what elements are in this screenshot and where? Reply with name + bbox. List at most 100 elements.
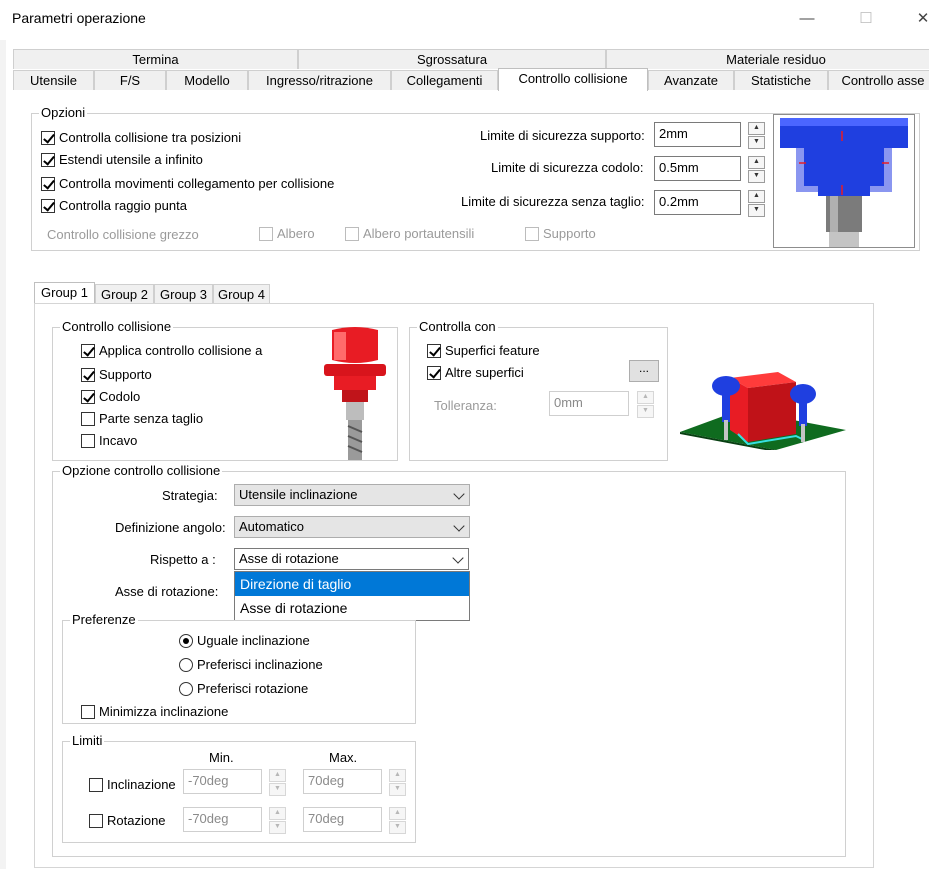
- check-inclinazione[interactable]: Inclinazione: [89, 777, 176, 792]
- opzione-cc-label: Opzione controllo collisione: [60, 463, 223, 478]
- check-codolo[interactable]: Codolo: [81, 389, 140, 404]
- check-altre-superfici[interactable]: Altre superfici: [427, 365, 524, 380]
- spin-up-icon: ▲: [389, 807, 406, 820]
- rotazione-max-input: 70deg: [303, 807, 382, 832]
- check-estendi-utensile[interactable]: Estendi utensile a infinito: [41, 152, 203, 167]
- tab-statistiche[interactable]: Statistiche: [734, 70, 828, 90]
- limite-codolo-label: Limite di sicurezza codolo:: [491, 160, 644, 175]
- tab-sgrossatura[interactable]: Sgrossatura: [298, 49, 606, 69]
- red-tool-icon: [324, 327, 386, 460]
- inclinazione-min-input: -70deg: [183, 769, 262, 794]
- tab-collegamenti[interactable]: Collegamenti: [391, 70, 498, 90]
- tab-termina[interactable]: Termina: [13, 49, 298, 69]
- tab-group-4[interactable]: Group 4: [213, 284, 270, 304]
- radio-uguale-inclinazione[interactable]: Uguale inclinazione: [179, 633, 310, 648]
- tab-utensile[interactable]: Utensile: [13, 70, 94, 90]
- spin-down-icon: ▼: [389, 783, 406, 796]
- maximize-button[interactable]: ☐: [854, 8, 878, 30]
- check-minimizza-inclinazione[interactable]: Minimizza inclinazione: [81, 704, 251, 719]
- checkbox[interactable]: [89, 777, 103, 792]
- tab-ingresso-ritrazione[interactable]: Ingresso/ritrazione: [248, 70, 391, 90]
- checkbox[interactable]: [81, 367, 95, 382]
- limite-supporto-spinner[interactable]: ▲ ▼: [748, 122, 765, 149]
- limite-senza-taglio-label: Limite di sicurezza senza taglio:: [461, 194, 645, 209]
- rotazione-max-spinner: ▲ ▼: [389, 807, 406, 834]
- tab-avanzate[interactable]: Avanzate: [648, 70, 734, 90]
- tab-group-2[interactable]: Group 2: [95, 284, 154, 304]
- checkbox[interactable]: [81, 343, 95, 358]
- check-rotazione[interactable]: Rotazione: [89, 813, 166, 828]
- option-asse-rotazione[interactable]: Asse di rotazione: [235, 596, 469, 620]
- spin-up-icon[interactable]: ▲: [748, 190, 765, 203]
- spin-up-icon: ▲: [389, 769, 406, 782]
- radio-button[interactable]: [179, 633, 193, 648]
- check-supporto[interactable]: Supporto: [81, 367, 152, 382]
- checkbox[interactable]: [427, 365, 441, 380]
- checkbox[interactable]: [81, 389, 95, 404]
- radio-preferisci-rotazione[interactable]: Preferisci rotazione: [179, 681, 308, 696]
- spin-up-icon[interactable]: ▲: [748, 156, 765, 169]
- strategia-label: Strategia:: [162, 488, 218, 503]
- minimize-button[interactable]: —: [795, 8, 819, 30]
- checkbox[interactable]: [41, 176, 55, 191]
- radio-button[interactable]: [179, 681, 193, 696]
- checkbox[interactable]: [41, 198, 55, 213]
- tab-fs[interactable]: F/S: [94, 70, 166, 90]
- limite-senza-taglio-spinner[interactable]: ▲ ▼: [748, 190, 765, 217]
- tab-group-1[interactable]: Group 1: [34, 282, 95, 305]
- tab-controllo-asse[interactable]: Controllo asse: [828, 70, 929, 90]
- check-supporto-grezzo: Supporto: [525, 226, 596, 241]
- tab-modello[interactable]: Modello: [166, 70, 248, 90]
- checkbox[interactable]: [427, 343, 441, 358]
- rispetto-dropdown-list: Direzione di taglio Asse di rotazione: [234, 571, 470, 621]
- limite-senza-taglio-input[interactable]: 0.2mm: [654, 190, 741, 215]
- check-superfici-feature[interactable]: Superfici feature: [427, 343, 540, 358]
- checkbox[interactable]: [41, 130, 55, 145]
- controlla-con-label: Controlla con: [417, 319, 498, 334]
- tolleranza-input: 0mm: [549, 391, 629, 416]
- asse-rotazione-label: Asse di rotazione:: [115, 584, 219, 599]
- definizione-label: Definizione angolo:: [115, 520, 226, 535]
- preferenze-label: Preferenze: [70, 612, 138, 627]
- tab-materiale-residuo[interactable]: Materiale residuo: [606, 49, 929, 69]
- checkbox[interactable]: [41, 152, 55, 167]
- option-direzione-taglio[interactable]: Direzione di taglio: [235, 572, 469, 596]
- spin-down-icon[interactable]: ▼: [748, 204, 765, 217]
- check-incavo[interactable]: Incavo: [81, 433, 137, 448]
- definizione-select[interactable]: Automatico: [234, 516, 470, 538]
- limite-codolo-spinner[interactable]: ▲ ▼: [748, 156, 765, 183]
- tab-group-3[interactable]: Group 3: [154, 284, 213, 304]
- rotazione-min-spinner: ▲ ▼: [269, 807, 286, 834]
- checkbox[interactable]: [81, 411, 95, 426]
- checkbox[interactable]: [81, 704, 95, 719]
- strategia-select[interactable]: Utensile inclinazione: [234, 484, 470, 506]
- spin-down-icon[interactable]: ▼: [748, 170, 765, 183]
- tab-row-upper: Termina Sgrossatura Materiale residuo: [13, 49, 929, 70]
- limite-supporto-input[interactable]: 2mm: [654, 122, 741, 147]
- check-raggio-punta[interactable]: Controlla raggio punta: [41, 198, 187, 213]
- checkbox: [259, 226, 273, 241]
- close-button[interactable]: ✕: [911, 8, 929, 30]
- check-applica-controllo[interactable]: Applica controllo collisione a: [81, 343, 262, 358]
- rispetto-select[interactable]: Asse di rotazione: [234, 548, 469, 570]
- checkbox[interactable]: [89, 813, 103, 828]
- spin-down-icon: ▼: [389, 821, 406, 834]
- check-movimenti-collegamento[interactable]: Controlla movimenti collegamento per col…: [41, 176, 334, 191]
- inclinazione-min-spinner: ▲ ▼: [269, 769, 286, 796]
- checkbox[interactable]: [81, 433, 95, 448]
- inclinazione-max-input: 70deg: [303, 769, 382, 794]
- window-title: Parametri operazione: [12, 10, 146, 26]
- limiti-label: Limiti: [70, 733, 105, 748]
- chevron-down-icon: [452, 552, 464, 564]
- check-parte-senza-taglio[interactable]: Parte senza taglio: [81, 411, 203, 426]
- limite-codolo-input[interactable]: 0.5mm: [654, 156, 741, 181]
- check-collisione-posizioni[interactable]: Controlla collisione tra posizioni: [41, 130, 241, 145]
- tab-controllo-collisione[interactable]: Controllo collisione: [498, 68, 648, 91]
- radio-button[interactable]: [179, 657, 193, 672]
- browse-button[interactable]: ...: [629, 360, 659, 382]
- tool-holder-icon: [780, 118, 908, 247]
- spin-down-icon[interactable]: ▼: [748, 136, 765, 149]
- radio-preferisci-inclinazione[interactable]: Preferisci inclinazione: [179, 657, 323, 672]
- spin-up-icon[interactable]: ▲: [748, 122, 765, 135]
- opzioni-label: Opzioni: [39, 105, 88, 120]
